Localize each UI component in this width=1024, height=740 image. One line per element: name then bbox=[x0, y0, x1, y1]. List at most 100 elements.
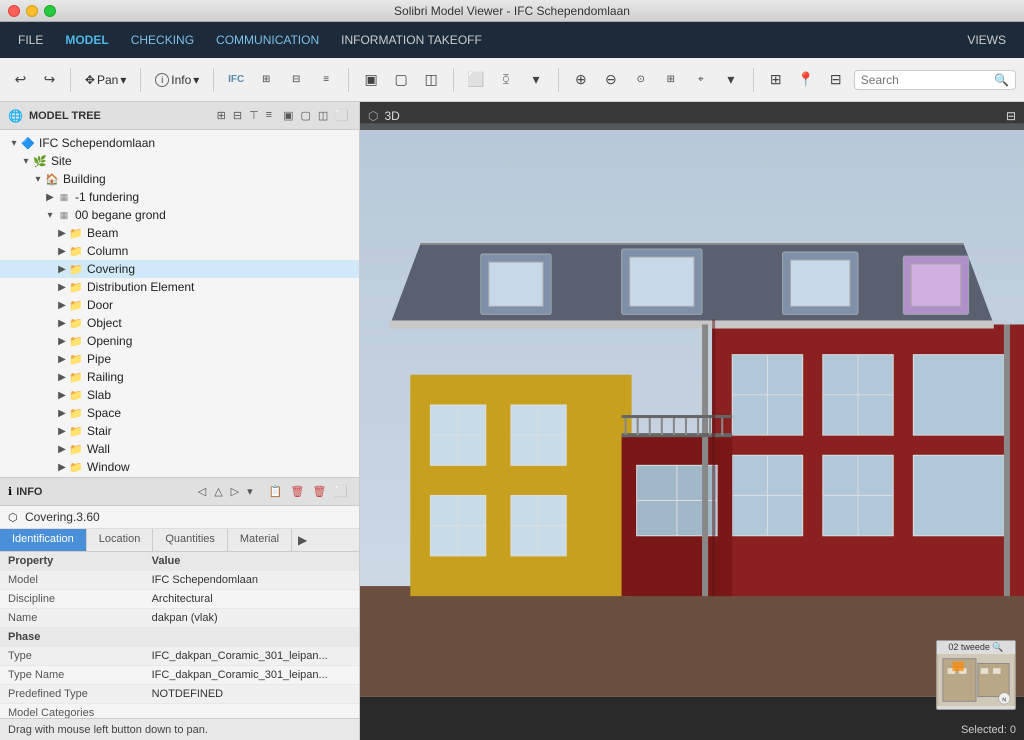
info-nav-left[interactable]: ◁ bbox=[195, 484, 209, 499]
tab-material[interactable]: Material bbox=[228, 529, 292, 551]
zoom-window[interactable]: ⊞ bbox=[657, 66, 685, 94]
tree-item-door[interactable]: ▶ 📁 Door bbox=[0, 296, 359, 314]
zoom-tools: ⊕ ⊖ ⊙ ⊞ ⌖ ▾ bbox=[567, 66, 745, 94]
undo-button[interactable]: ↩ bbox=[8, 66, 33, 94]
zoom-fit[interactable]: ⊙ bbox=[627, 66, 655, 94]
info-nav-dropdown[interactable]: ▾ bbox=[244, 484, 256, 499]
perspective-view[interactable]: ⧲ bbox=[492, 66, 520, 94]
minimap-level-icon: 🔍 bbox=[992, 642, 1003, 652]
menu-file[interactable]: FILE bbox=[8, 29, 53, 51]
tree-search[interactable]: ≡ bbox=[264, 108, 274, 123]
close-button[interactable] bbox=[8, 5, 20, 17]
maximize-button[interactable] bbox=[44, 5, 56, 17]
title-bar: Solibri Model Viewer - IFC Schependomlaa… bbox=[0, 0, 1024, 22]
tree-label-space: Space bbox=[87, 406, 121, 420]
property-value: NOTDEFINED bbox=[144, 685, 359, 704]
show-button[interactable]: ▢ bbox=[387, 66, 415, 94]
viewport-maximize-btn[interactable]: ⊟ bbox=[1006, 109, 1016, 123]
tree-clear[interactable]: ▢ bbox=[298, 108, 312, 123]
layers-view[interactable]: ⊟ bbox=[822, 66, 850, 94]
arrow-icon: ▶ bbox=[56, 336, 68, 347]
tree-maximize[interactable]: ⬜ bbox=[333, 108, 351, 123]
property-value: IFC_dakpan_Coramic_301_leipan... bbox=[144, 647, 359, 666]
tree-item-space[interactable]: ▶ 📁 Space bbox=[0, 404, 359, 422]
tree-expand-all[interactable]: ⊞ bbox=[215, 108, 228, 123]
tree-options[interactable]: ▣ bbox=[281, 108, 295, 123]
tree-item-distribution[interactable]: ▶ 📁 Distribution Element bbox=[0, 278, 359, 296]
menu-communication[interactable]: COMMUNICATION bbox=[206, 29, 329, 51]
ifc-tool-3[interactable]: ⊟ bbox=[282, 66, 310, 94]
tree-item-slab[interactable]: ▶ 📁 Slab bbox=[0, 386, 359, 404]
info-delete-1[interactable]: 🗑 bbox=[287, 484, 307, 499]
menu-information-takeoff[interactable]: INFORMATION TAKEOFF bbox=[331, 29, 492, 51]
redo-button[interactable]: ↪ bbox=[37, 66, 62, 94]
folder-icon: 📁 bbox=[68, 371, 84, 384]
building-icon: 🏠 bbox=[44, 173, 60, 186]
ifc-tool-2[interactable]: ⊞ bbox=[252, 66, 280, 94]
menu-model[interactable]: MODEL bbox=[55, 29, 118, 51]
arrow-icon: ▶ bbox=[56, 264, 68, 275]
tree-item-floor-0[interactable]: ▾ ▦ 00 begane grond bbox=[0, 206, 359, 224]
menu-checking[interactable]: CHECKING bbox=[121, 29, 204, 51]
tree-label-site: Site bbox=[51, 154, 72, 168]
tree-refresh[interactable]: ◫ bbox=[316, 108, 330, 123]
measure-tool[interactable]: ⌖ bbox=[687, 66, 715, 94]
tabs-more[interactable]: ▶ bbox=[292, 529, 313, 551]
view-tools: ⬜ ⧲ ▾ bbox=[462, 66, 550, 94]
info-delete-2[interactable]: 🗑 bbox=[309, 484, 329, 499]
tree-icon: 🌐 bbox=[8, 109, 23, 123]
folder-icon: 📁 bbox=[68, 227, 84, 240]
pan-button[interactable]: ✥ Pan ▾ bbox=[79, 69, 132, 91]
tree-item-column[interactable]: ▶ 📁 Column bbox=[0, 242, 359, 260]
main-content: 🌐 MODEL TREE ⊞ ⊟ ⊤ ≡ ▣ ▢ ◫ ⬜ ▾ bbox=[0, 102, 1024, 740]
arrow-icon: ▶ bbox=[56, 228, 68, 239]
arrow-icon: ▶ bbox=[44, 192, 56, 203]
tree-item-opening[interactable]: ▶ 📁 Opening bbox=[0, 332, 359, 350]
tree-filter[interactable]: ⊤ bbox=[247, 108, 261, 123]
tab-identification[interactable]: Identification bbox=[0, 529, 87, 551]
property-value bbox=[144, 704, 359, 719]
tree-item-site[interactable]: ▾ 🌿 Site bbox=[0, 152, 359, 170]
box-view[interactable]: ⬜ bbox=[462, 66, 490, 94]
search-input[interactable] bbox=[861, 73, 994, 87]
location-pin[interactable]: 📍 bbox=[792, 66, 820, 94]
status-message: Drag with mouse left button down to pan. bbox=[8, 724, 208, 736]
tree-collapse-all[interactable]: ⊟ bbox=[231, 108, 244, 123]
info-button[interactable]: i Info ▾ bbox=[149, 69, 205, 91]
separator-7 bbox=[753, 68, 754, 92]
tree-item-object[interactable]: ▶ 📁 Object bbox=[0, 314, 359, 332]
tree-item-wall[interactable]: ▶ 📁 Wall bbox=[0, 440, 359, 458]
tree-item-beam[interactable]: ▶ 📁 Beam bbox=[0, 224, 359, 242]
zoom-out[interactable]: ⊖ bbox=[597, 66, 625, 94]
tab-location[interactable]: Location bbox=[87, 529, 154, 551]
info-maximize[interactable]: ⬜ bbox=[331, 484, 351, 499]
ifc-tool-1[interactable]: IFC bbox=[222, 66, 250, 94]
floor-icon: ▦ bbox=[56, 210, 72, 221]
tree-item-railing[interactable]: ▶ 📁 Railing bbox=[0, 368, 359, 386]
grid-view[interactable]: ⊞ bbox=[762, 66, 790, 94]
measure-dropdown[interactable]: ▾ bbox=[717, 66, 745, 94]
viewport[interactable]: ⬡ 3D ⊟ bbox=[360, 102, 1024, 740]
info-nav: ◁ △ ▷ ▾ 📋 🗑 🗑 ⬜ bbox=[195, 484, 351, 499]
app-title: Solibri Model Viewer - IFC Schependomlaa… bbox=[394, 4, 630, 18]
arrow-icon: ▶ bbox=[56, 462, 68, 473]
tree-item-root[interactable]: ▾ 🔷 IFC Schependomlaan bbox=[0, 134, 359, 152]
info-copy[interactable]: 📋 bbox=[266, 484, 286, 499]
tree-item-covering[interactable]: ▶ 📁 Covering bbox=[0, 260, 359, 278]
ifc-tool-4[interactable]: ≡ bbox=[312, 66, 340, 94]
isolate-button[interactable]: ◫ bbox=[417, 66, 445, 94]
minimize-button[interactable] bbox=[26, 5, 38, 17]
dropdown-view[interactable]: ▾ bbox=[522, 66, 550, 94]
info-nav-right[interactable]: ▷ bbox=[228, 484, 242, 499]
tree-item-stair[interactable]: ▶ 📁 Stair bbox=[0, 422, 359, 440]
info-nav-up[interactable]: △ bbox=[211, 484, 225, 499]
zoom-in[interactable]: ⊕ bbox=[567, 66, 595, 94]
tree-item-pipe[interactable]: ▶ 📁 Pipe bbox=[0, 350, 359, 368]
hide-button[interactable]: ▣ bbox=[357, 66, 385, 94]
tab-quantities[interactable]: Quantities bbox=[153, 529, 228, 551]
tree-item-floor-neg1[interactable]: ▶ ▦ -1 fundering bbox=[0, 188, 359, 206]
tree-label-floor-0: 00 begane grond bbox=[75, 208, 166, 222]
arrow-icon: ▶ bbox=[56, 300, 68, 311]
tree-item-building[interactable]: ▾ 🏠 Building bbox=[0, 170, 359, 188]
tree-item-window[interactable]: ▶ 📁 Window bbox=[0, 458, 359, 476]
